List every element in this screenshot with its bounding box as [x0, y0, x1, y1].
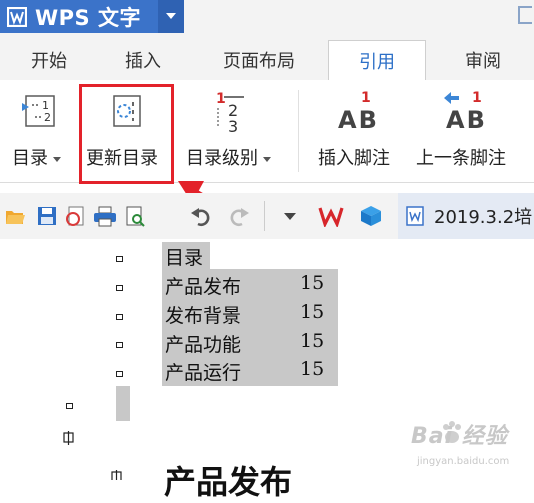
undo-icon[interactable]: [190, 205, 212, 227]
pdf-export-icon[interactable]: [64, 205, 86, 227]
anchor-mark-icon: [111, 470, 122, 480]
open-folder-icon[interactable]: [4, 205, 26, 227]
toc-title[interactable]: 目录: [165, 243, 203, 270]
paragraph-mark-icon: [66, 403, 73, 409]
redo-icon[interactable]: [228, 205, 250, 227]
customize-dropdown-icon[interactable]: [282, 209, 298, 223]
toc-entry-title[interactable]: 产品运行: [165, 358, 241, 385]
toc-entry-title[interactable]: 产品功能: [165, 330, 241, 357]
cube-app-icon[interactable]: [360, 205, 382, 227]
toc-entry-page: 15: [300, 358, 325, 380]
toc-entry-title[interactable]: 发布背景: [165, 301, 241, 328]
wps-w-logo-icon[interactable]: [318, 205, 344, 227]
paragraph-mark-icon: [116, 285, 123, 291]
anchor-mark-icon: [63, 431, 74, 445]
document-heading[interactable]: 产品发布: [164, 457, 292, 503]
toc-entry-page: 15: [300, 330, 325, 352]
paragraph-mark-icon: [116, 342, 123, 348]
word-document-icon: [406, 206, 424, 226]
print-icon[interactable]: [92, 205, 118, 227]
document-tab-title: 2019.3.2培: [434, 207, 533, 228]
document-tab[interactable]: 2019.3.2培: [398, 193, 534, 239]
watermark-main-text: Bai 经验: [411, 424, 508, 449]
paragraph-mark-icon: [116, 256, 123, 262]
toolbar-separator: [264, 201, 265, 231]
watermark-url: jingyan.baidu.com: [417, 456, 510, 467]
selection-cursor: [116, 386, 130, 421]
save-icon[interactable]: [36, 205, 58, 227]
print-preview-icon[interactable]: [124, 205, 146, 227]
paragraph-mark-icon: [116, 314, 123, 320]
baidu-watermark: Bai 经验 jingyan.baidu.com: [395, 418, 515, 470]
toc-entry-title[interactable]: 产品发布: [165, 272, 241, 299]
toc-entry-page: 15: [300, 272, 325, 294]
toc-entry-page: 15: [300, 301, 325, 323]
paragraph-mark-icon: [116, 371, 123, 377]
